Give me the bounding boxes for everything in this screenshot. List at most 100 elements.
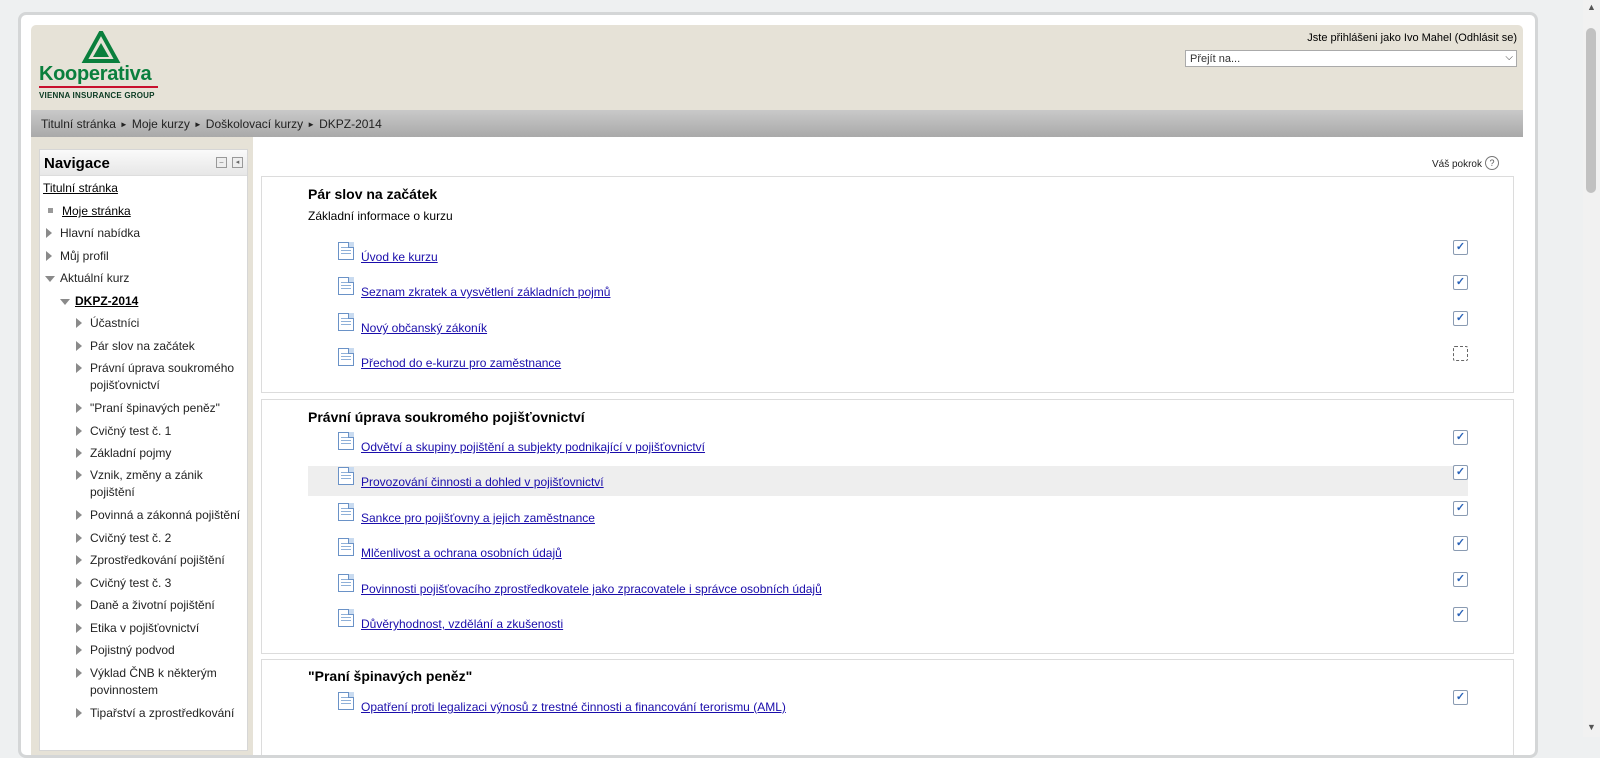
completion-checkbox[interactable]: ✓ <box>1453 690 1468 705</box>
page-icon <box>338 538 354 556</box>
nav-course-item[interactable]: Povinná a zákonná pojištění <box>76 507 246 524</box>
expand-arrow-icon <box>76 426 82 436</box>
breadcrumb-separator-icon: ► <box>119 120 128 129</box>
breadcrumb-home[interactable]: Titulní stránka <box>41 117 116 131</box>
activity-link[interactable]: Důvěryhodnost, vzdělání a zkušenosti <box>361 617 563 631</box>
activity-link[interactable]: Sankce pro pojišťovny a jejich zaměstnan… <box>361 511 595 525</box>
course-main: Váš pokrok? Pár slov na začátek Základní… <box>253 137 1523 755</box>
nav-course-item[interactable]: Cvičný test č. 3 <box>76 575 240 592</box>
nav-course-item[interactable]: Cvičný test č. 2 <box>76 530 240 547</box>
nav-course-item[interactable]: Právní úprava soukromého pojišťovnictví <box>76 360 242 394</box>
expand-arrow-icon <box>76 708 82 718</box>
navigation-block-header: Navigace – ◂ <box>40 150 247 176</box>
expand-arrow-icon <box>76 578 82 588</box>
completion-checkbox[interactable]: ✓ <box>1453 536 1468 551</box>
completion-checkbox[interactable]: ✓ <box>1453 572 1468 587</box>
logo-rule <box>39 86 158 88</box>
page-icon <box>338 692 354 710</box>
nav-course-item[interactable]: Výklad ČNB k některým povinnostem <box>76 665 230 699</box>
nav-my-page[interactable]: Moje stránka <box>48 203 131 220</box>
login-info[interactable]: Jste přihlášeni jako Ivo Mahel (Odhlásit… <box>1307 32 1517 44</box>
section-title: Pár slov na začátek <box>308 186 438 202</box>
activity-link[interactable]: Úvod ke kurzu <box>361 250 438 264</box>
nav-main-menu[interactable]: Hlavní nabídka <box>46 225 140 242</box>
course-section: Právní úprava soukromého pojišťovnictví … <box>261 399 1514 654</box>
nav-home[interactable]: Titulní stránka <box>43 180 118 197</box>
page-frame: Kooperativa VIENNA INSURANCE GROUP Jste … <box>18 12 1538 758</box>
nav-course-item[interactable]: Cvičný test č. 1 <box>76 423 240 440</box>
activity-row: Důvěryhodnost, vzdělání a zkušenosti ✓ <box>308 607 1468 638</box>
nav-course-item[interactable]: Tipařství a zprostředkování <box>76 705 246 722</box>
dock-block-icon[interactable]: ◂ <box>232 157 243 168</box>
activity-row: Mlčenlivost a ochrana osobních údajů ✓ <box>308 536 1468 567</box>
activity-link[interactable]: Provozování činnosti a dohled v pojišťov… <box>361 475 604 489</box>
activity-link[interactable]: Nový občanský zákoník <box>361 321 487 335</box>
expand-arrow-icon <box>76 600 82 610</box>
activity-row-highlighted: Provozování činnosti a dohled v pojišťov… <box>308 465 1468 496</box>
completion-checkbox[interactable]: ✓ <box>1453 501 1468 516</box>
completion-checkbox[interactable]: ✓ <box>1453 607 1468 622</box>
nav-course-item[interactable]: Etika v pojišťovnictví <box>76 620 240 637</box>
help-icon[interactable]: ? <box>1485 156 1499 170</box>
kooperativa-logo[interactable]: Kooperativa VIENNA INSURANCE GROUP <box>39 31 169 103</box>
completion-checkbox[interactable]: ✓ <box>1453 430 1468 445</box>
page-icon <box>338 574 354 592</box>
scroll-thumb[interactable] <box>1586 28 1596 193</box>
nav-course-item[interactable]: "Praní špinavých peněz" <box>76 400 240 417</box>
breadcrumb-course: DKPZ-2014 <box>319 117 382 131</box>
page-header: Kooperativa VIENNA INSURANCE GROUP Jste … <box>31 25 1523 110</box>
collapse-arrow-icon <box>45 276 55 282</box>
nav-course-item[interactable]: Vznik, změny a zánik pojištění <box>76 467 215 501</box>
jump-to-select[interactable]: Přejít na... ⌵ <box>1185 50 1517 67</box>
nav-course-item[interactable]: Účastníci <box>76 315 240 332</box>
page-content: Navigace – ◂ Titulní stránka Moje stránk… <box>31 137 1523 755</box>
scroll-up-icon[interactable]: ▲ <box>1587 2 1596 12</box>
page-icon <box>338 313 354 331</box>
logo-wordmark: Kooperativa <box>39 63 152 85</box>
logo-mark-icon <box>81 31 121 63</box>
breadcrumb-separator-icon: ► <box>193 120 202 129</box>
nav-course-item[interactable]: Zprostředkování pojištění <box>76 552 240 569</box>
nav-course[interactable]: DKPZ-2014 <box>60 293 138 310</box>
page-icon <box>338 432 354 450</box>
expand-arrow-icon <box>76 403 82 413</box>
expand-arrow-icon <box>76 318 82 328</box>
scroll-down-icon[interactable]: ▼ <box>1587 722 1596 732</box>
nav-my-profile[interactable]: Můj profil <box>46 248 109 265</box>
section-summary: Základní informace o kurzu <box>308 209 453 223</box>
your-progress: Váš pokrok? <box>1432 156 1499 171</box>
expand-arrow-icon <box>76 510 82 520</box>
expand-arrow-icon <box>76 668 82 678</box>
activity-link[interactable]: Mlčenlivost a ochrana osobních údajů <box>361 546 562 560</box>
activity-row: Nový občanský zákoník ✓ <box>308 311 1468 342</box>
completion-checkbox-empty[interactable] <box>1453 346 1468 361</box>
activity-link[interactable]: Opatření proti legalizaci výnosů z trest… <box>361 700 786 714</box>
collapse-arrow-icon <box>60 299 70 305</box>
completion-checkbox[interactable]: ✓ <box>1453 275 1468 290</box>
breadcrumb-category[interactable]: Doškolovací kurzy <box>206 117 303 131</box>
vertical-scrollbar[interactable]: ▲ ▼ <box>1583 0 1600 737</box>
activity-link[interactable]: Seznam zkratek a vysvětlení základních p… <box>361 285 610 299</box>
activity-row: Přechod do e-kurzu pro zaměstnance <box>308 346 1468 377</box>
activity-link[interactable]: Odvětví a skupiny pojištění a subjekty p… <box>361 440 705 454</box>
completion-checkbox[interactable]: ✓ <box>1453 240 1468 255</box>
nav-course-item[interactable]: Daně a životní pojištění <box>76 597 240 614</box>
nav-course-item[interactable]: Pár slov na začátek <box>76 338 240 355</box>
activity-link[interactable]: Povinnosti pojišťovacího zprostředkovate… <box>361 582 822 596</box>
minimize-block-icon[interactable]: – <box>216 157 227 168</box>
breadcrumb-bar: Titulní stránka ► Moje kurzy ► Doškolovací k… <box>31 110 1523 137</box>
breadcrumb-my-courses[interactable]: Moje kurzy <box>132 117 190 131</box>
expand-arrow-icon <box>76 341 82 351</box>
nav-course-item[interactable]: Základní pojmy <box>76 445 240 462</box>
nav-current-course[interactable]: Aktuální kurz <box>45 270 129 287</box>
page-icon <box>338 503 354 521</box>
activity-row: Opatření proti legalizaci výnosů z trest… <box>308 690 1468 721</box>
activity-link[interactable]: Přechod do e-kurzu pro zaměstnance <box>361 356 561 370</box>
expand-arrow-icon <box>76 645 82 655</box>
completion-checkbox[interactable]: ✓ <box>1453 311 1468 326</box>
nav-course-item[interactable]: Pojistný podvod <box>76 642 240 659</box>
completion-checkbox[interactable]: ✓ <box>1453 465 1468 480</box>
page-icon <box>338 277 354 295</box>
activity-row: Seznam zkratek a vysvětlení základních p… <box>308 275 1468 306</box>
breadcrumb: Titulní stránka ► Moje kurzy ► Doškolovací k… <box>41 117 382 131</box>
